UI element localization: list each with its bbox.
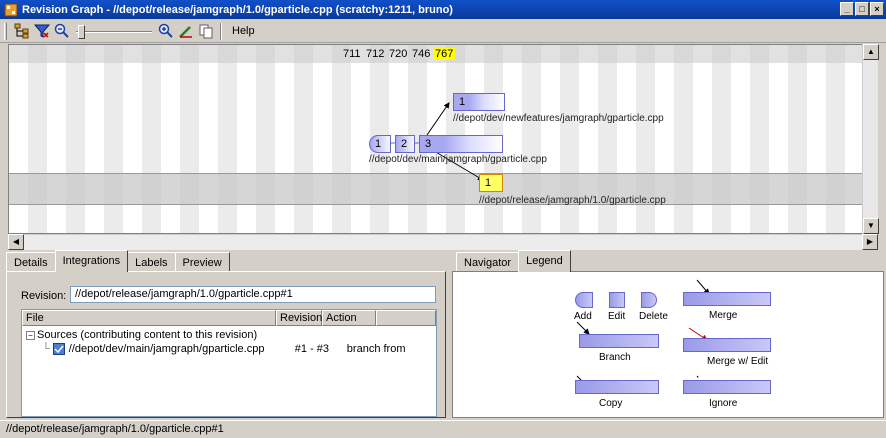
filter-icon[interactable] [32, 22, 52, 41]
title-bar: Revision Graph - //depot/release/jamgrap… [0, 0, 886, 19]
status-bar: //depot/release/jamgraph/1.0/gparticle.c… [0, 420, 886, 438]
path-newfeatures: //depot/dev/newfeatures/jamgraph/gpartic… [453, 113, 664, 124]
column-filler [376, 310, 436, 326]
table-header: File Revision Action [22, 310, 436, 326]
tab-preview[interactable]: Preview [174, 252, 230, 272]
tree-icon[interactable] [12, 22, 32, 41]
scroll-left-icon[interactable]: ◀ [8, 234, 24, 250]
details-panel: Details Integrations Labels Preview Revi… [2, 250, 450, 418]
scroll-right-icon[interactable]: ▶ [862, 234, 878, 250]
path-release: //depot/release/jamgraph/1.0/gparticle.c… [479, 195, 666, 206]
close-button[interactable]: × [870, 2, 884, 16]
file-icon [52, 343, 65, 355]
node-main-rev1[interactable]: 1 [369, 135, 391, 153]
legend-tabs: Navigator Legend [456, 250, 571, 272]
toolbar-grip [4, 22, 7, 40]
tab-navigator[interactable]: Navigator [456, 252, 520, 272]
scroll-down-icon[interactable]: ▼ [863, 218, 879, 234]
copy-icon[interactable] [196, 22, 216, 41]
integrations-table[interactable]: File Revision Action − Sources (contribut… [21, 309, 437, 417]
toolbar: Help [0, 20, 886, 43]
collapse-icon[interactable]: − [26, 330, 35, 340]
legend-merge: Merge [709, 310, 738, 321]
ignore-shape-icon [683, 380, 771, 394]
legend-ignore: Ignore [709, 398, 738, 409]
window-controls: _ □ × [840, 2, 884, 16]
details-tabs: Details Integrations Labels Preview [6, 250, 230, 272]
tab-details[interactable]: Details [6, 252, 56, 272]
tree-line-icon: └ [42, 343, 50, 355]
row-revision: #1 - #3 [294, 343, 330, 355]
legend-branch: Branch [599, 352, 631, 363]
legend-panel: Navigator Legend Add Edit Delete Merge B… [452, 250, 886, 418]
legend-merge-edit: Merge w/ Edit [707, 356, 769, 367]
toolbar-separator [220, 22, 222, 40]
sources-group-label: Sources (contributing content to this re… [37, 329, 258, 341]
zoom-thumb[interactable] [78, 24, 85, 39]
node-main-rev3[interactable]: 3 [419, 135, 503, 153]
node-newfeatures-rev1[interactable]: 1 [453, 93, 505, 111]
tab-legend[interactable]: Legend [518, 250, 571, 272]
zoom-out-icon[interactable] [52, 22, 72, 41]
tab-integrations[interactable]: Integrations [54, 250, 129, 272]
row-file: //depot/dev/main/jamgraph/gparticle.cpp [68, 343, 265, 355]
minimize-button[interactable]: _ [840, 2, 854, 16]
merge-edit-shape-icon [683, 338, 771, 352]
row-action: branch from [346, 343, 406, 355]
maximize-button[interactable]: □ [855, 2, 869, 16]
graph-horizontal-scrollbar[interactable]: ◀ ▶ [8, 234, 878, 250]
column-file[interactable]: File [22, 310, 276, 326]
integrations-tab-body: Revision: //depot/release/jamgraph/1.0/g… [6, 271, 446, 418]
help-button[interactable]: Help [226, 22, 261, 41]
legend-arrows [576, 279, 710, 391]
window-title: Revision Graph - //depot/release/jamgrap… [22, 3, 453, 16]
table-row[interactable]: └ //depot/dev/main/jamgraph/gparticle.cp… [42, 343, 406, 355]
legend-copy: Copy [599, 398, 623, 409]
revision-graph-canvas[interactable]: 711 712 720 746 767 1 //depot/dev/newfea… [8, 44, 878, 234]
legend-body: Add Edit Delete Merge Branch Merge w/ Ed… [452, 271, 884, 418]
node-release-rev1-selected[interactable]: 1 [479, 174, 503, 192]
highlight-icon[interactable] [176, 22, 196, 41]
branch-shape-icon [579, 334, 659, 348]
column-action[interactable]: Action [322, 310, 376, 326]
path-main: //depot/dev/main/jamgraph/gparticle.cpp [369, 154, 547, 165]
node-main-rev2[interactable]: 2 [395, 135, 415, 153]
revision-field[interactable]: //depot/release/jamgraph/1.0/gparticle.c… [70, 286, 436, 303]
scroll-up-icon[interactable]: ▲ [863, 44, 879, 60]
column-revision[interactable]: Revision [276, 310, 322, 326]
merge-shape-icon [683, 292, 771, 306]
app-icon [4, 3, 18, 16]
zoom-slider[interactable] [74, 22, 154, 41]
graph-vertical-scrollbar[interactable]: ▲ ▼ [862, 44, 879, 234]
zoom-track [76, 30, 152, 33]
copy-shape-icon [575, 380, 659, 394]
sources-group[interactable]: − Sources (contributing content to this r… [26, 329, 257, 341]
status-text: //depot/release/jamgraph/1.0/gparticle.c… [6, 423, 224, 435]
revision-label: Revision: [21, 290, 67, 302]
zoom-in-icon[interactable] [156, 22, 176, 41]
tab-labels[interactable]: Labels [127, 252, 176, 272]
